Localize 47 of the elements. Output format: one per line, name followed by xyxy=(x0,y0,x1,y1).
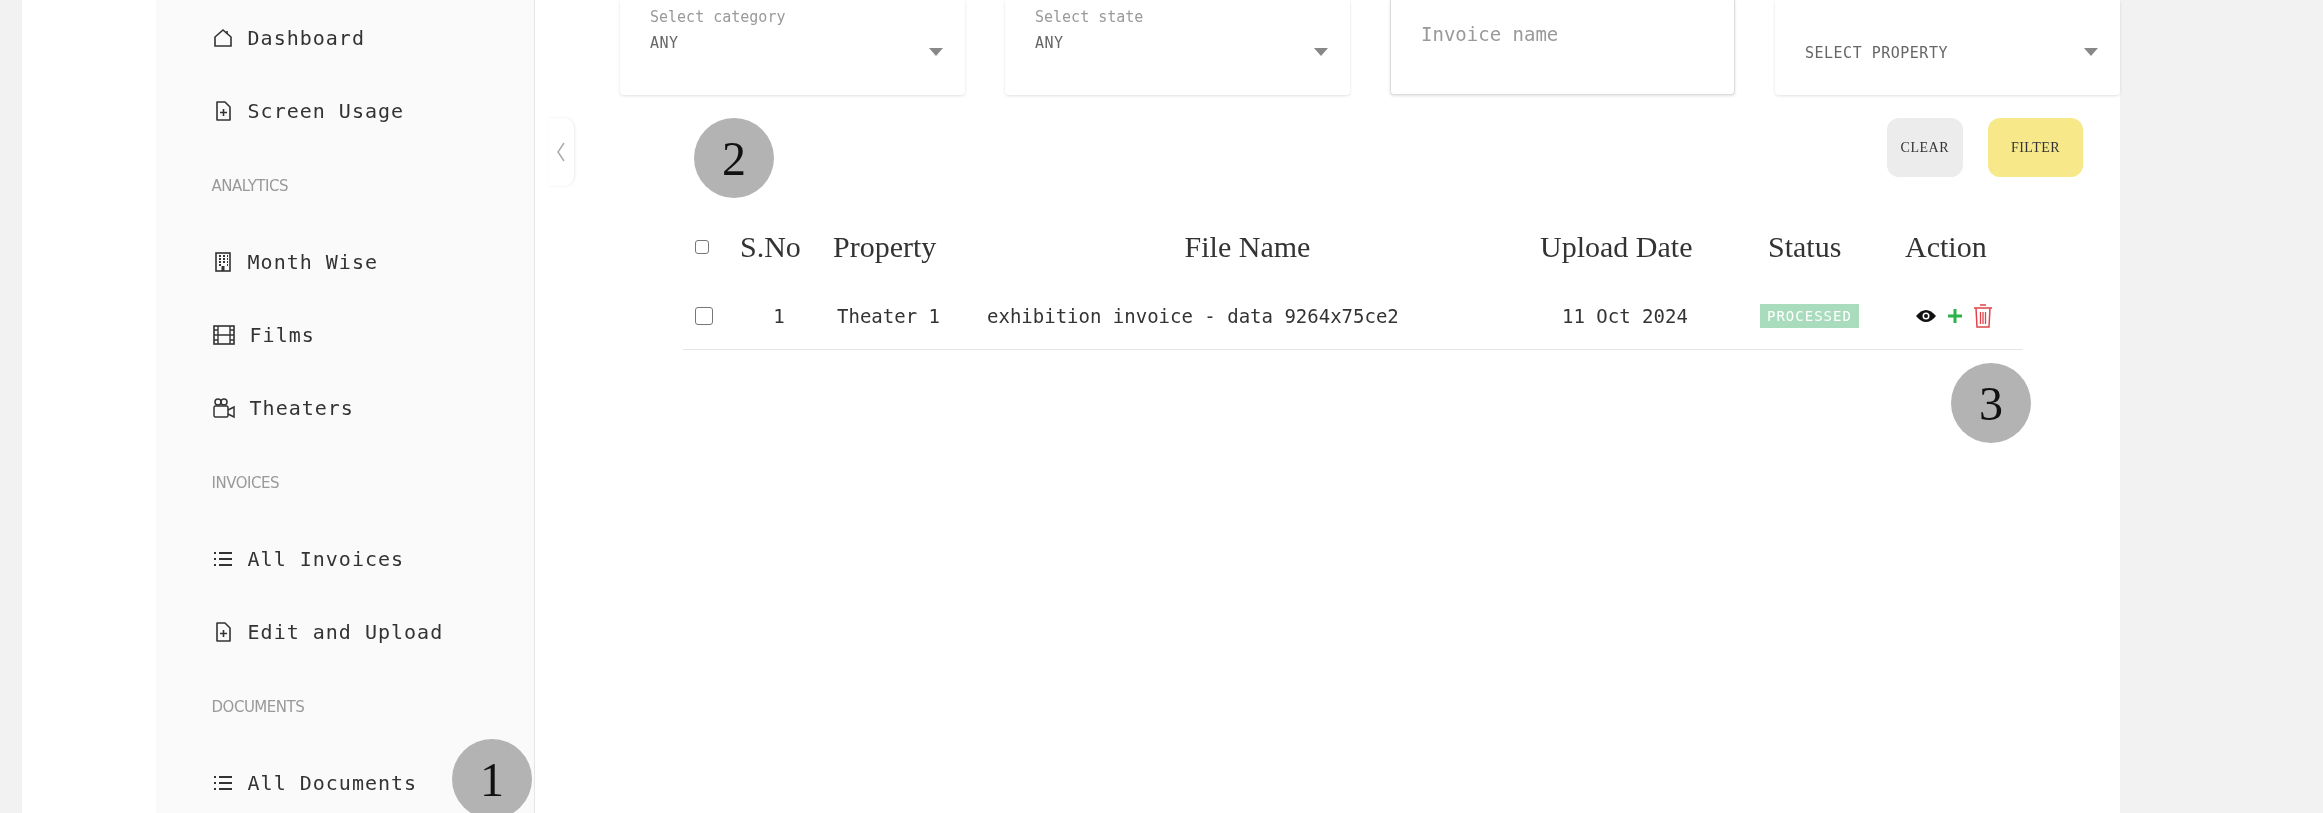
clear-button[interactable]: CLEAR xyxy=(1886,118,1963,177)
nav-item[interactable]: Edit and Upload xyxy=(211,595,444,668)
nav-item[interactable]: Screen Usage xyxy=(211,74,405,147)
nav-item[interactable]: All Documents xyxy=(211,746,418,813)
column-header: Property xyxy=(832,230,938,264)
field-value: ANY xyxy=(1035,34,1065,52)
eye-icon[interactable] xyxy=(1915,308,1937,324)
select-field[interactable]: Select state ANY xyxy=(1005,0,1350,95)
section-heading: ANALYTICS xyxy=(211,176,288,197)
table-cell-text: 1 xyxy=(772,305,786,327)
plus-icon[interactable] xyxy=(1947,308,1963,324)
nav-item[interactable]: Theaters xyxy=(211,371,354,444)
column-header: File Name xyxy=(1183,230,1312,264)
field-label: Select state xyxy=(1035,8,1145,26)
film-icon xyxy=(211,323,236,346)
chevron-left-icon xyxy=(555,141,566,163)
column-header: Action xyxy=(1904,230,1988,264)
select-field[interactable]: Select category ANY xyxy=(620,0,965,95)
field-value: ANY xyxy=(650,34,680,52)
status-badge: PROCESSED xyxy=(1760,304,1859,328)
home-icon xyxy=(211,26,234,49)
table-cell-text: exhibition invoice - data 9264x75ce2 xyxy=(986,305,1400,327)
trash-icon[interactable] xyxy=(1973,303,1993,329)
caret-icon xyxy=(2084,48,2098,56)
nav-item[interactable]: Dashboard xyxy=(211,1,365,74)
column-header: S.No xyxy=(739,230,802,264)
section-heading: DOCUMENTS xyxy=(211,697,305,718)
input-field[interactable]: Invoice name xyxy=(1390,0,1735,95)
caret-icon xyxy=(1314,48,1328,56)
caret-icon xyxy=(929,48,943,56)
nav-item[interactable]: Films xyxy=(211,298,315,371)
select-field[interactable]: SELECT PROPERTY xyxy=(1775,0,2120,95)
table-cell-text: Theater 1 xyxy=(836,305,941,327)
filter-button[interactable]: FILTER xyxy=(1988,118,2083,177)
checkbox[interactable] xyxy=(695,307,713,325)
field-label: Select category xyxy=(650,8,787,26)
table-cell-text: 11 Oct 2024 xyxy=(1561,305,1689,327)
column-header: Upload Date xyxy=(1539,230,1694,264)
checkbox[interactable] xyxy=(695,240,709,254)
video-camera-icon xyxy=(211,396,236,419)
section-heading: INVOICES xyxy=(211,473,279,494)
nav-item[interactable]: Month Wise xyxy=(211,225,378,298)
callout-marker: 3 xyxy=(1951,363,2031,443)
field-value: SELECT PROPERTY xyxy=(1805,44,1949,62)
callout-marker: 2 xyxy=(694,118,774,198)
column-header: Status xyxy=(1767,230,1843,264)
nav-item[interactable]: All Invoices xyxy=(211,522,405,595)
